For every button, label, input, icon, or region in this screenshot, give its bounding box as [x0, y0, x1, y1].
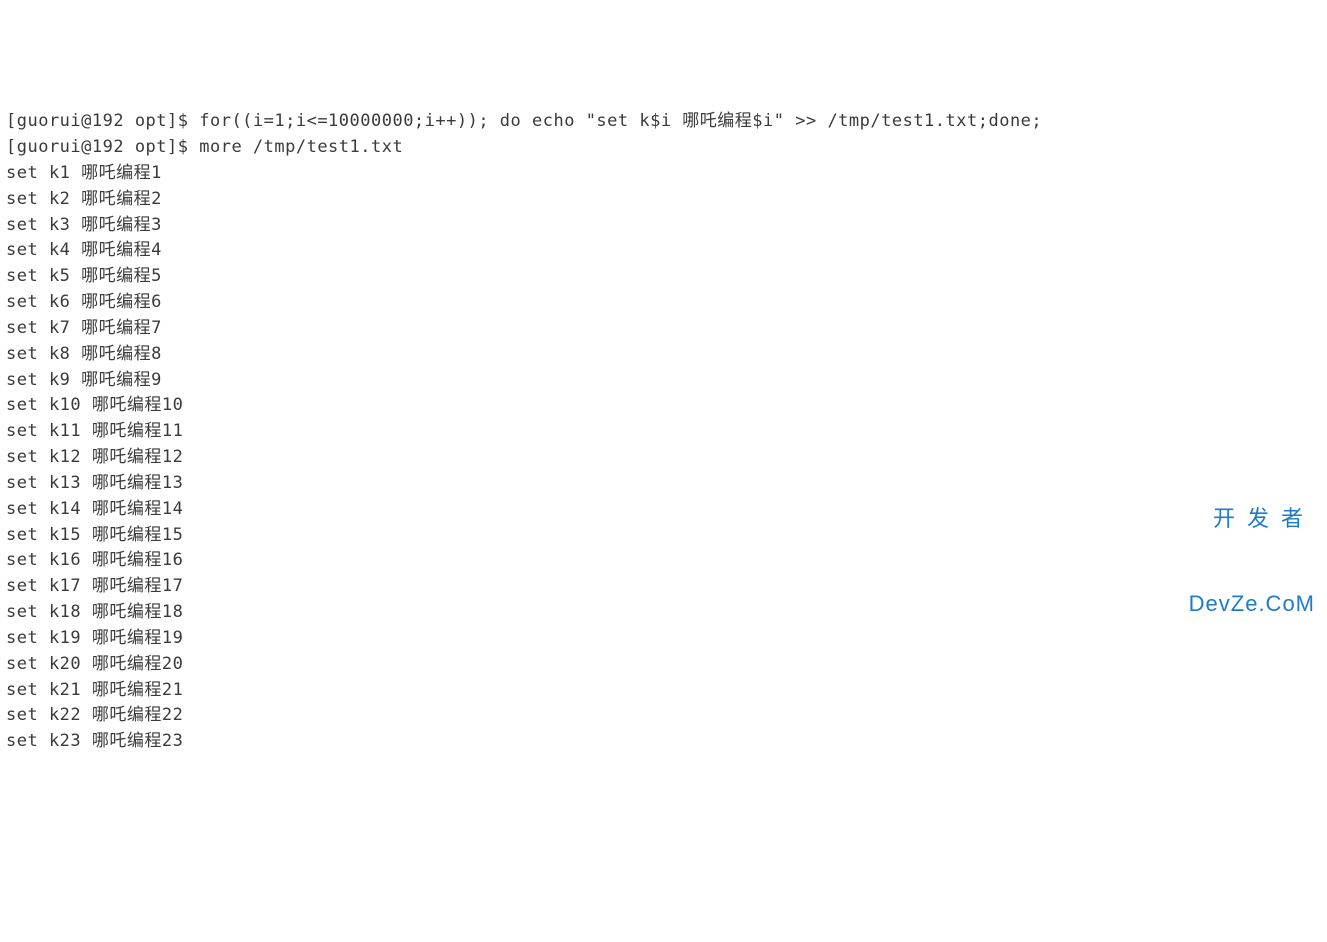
output-line: set k18 哪吒编程18: [6, 602, 183, 622]
shell-prompt: [guorui@192 opt]$: [6, 111, 199, 131]
output-line: set k9 哪吒编程9: [6, 370, 162, 390]
output-line: set k22 哪吒编程22: [6, 705, 183, 725]
output-line: set k11 哪吒编程11: [6, 421, 183, 441]
output-line: set k7 哪吒编程7: [6, 318, 162, 338]
output-line: set k2 哪吒编程2: [6, 189, 162, 209]
output-line: set k13 哪吒编程13: [6, 473, 183, 493]
output-line: set k20 哪吒编程20: [6, 654, 183, 674]
output-line: set k1 哪吒编程1: [6, 163, 162, 183]
output-line: set k4 哪吒编程4: [6, 240, 162, 260]
shell-prompt: [guorui@192 opt]$: [6, 137, 199, 157]
output-line: set k14 哪吒编程14: [6, 499, 183, 519]
output-line: set k10 哪吒编程10: [6, 395, 183, 415]
output-line: set k6 哪吒编程6: [6, 292, 162, 312]
output-line: set k21 哪吒编程21: [6, 680, 183, 700]
command-text: for((i=1;i<=10000000;i++)); do echo "set…: [199, 111, 1042, 131]
output-line: set k3 哪吒编程3: [6, 215, 162, 235]
output-line: set k19 哪吒编程19: [6, 628, 183, 648]
output-line: set k16 哪吒编程16: [6, 550, 183, 570]
command-text: more /tmp/test1.txt: [199, 137, 403, 157]
prompt-line-1: [guorui@192 opt]$ for((i=1;i<=10000000;i…: [6, 111, 1042, 131]
terminal-output[interactable]: [guorui@192 opt]$ for((i=1;i<=10000000;i…: [6, 109, 1321, 755]
output-line: set k17 哪吒编程17: [6, 576, 183, 596]
output-line: set k5 哪吒编程5: [6, 266, 162, 286]
output-line: set k8 哪吒编程8: [6, 344, 162, 364]
prompt-line-2: [guorui@192 opt]$ more /tmp/test1.txt: [6, 137, 403, 157]
output-line: set k23 哪吒编程23: [6, 731, 183, 751]
output-line: set k12 哪吒编程12: [6, 447, 183, 467]
output-line: set k15 哪吒编程15: [6, 525, 183, 545]
